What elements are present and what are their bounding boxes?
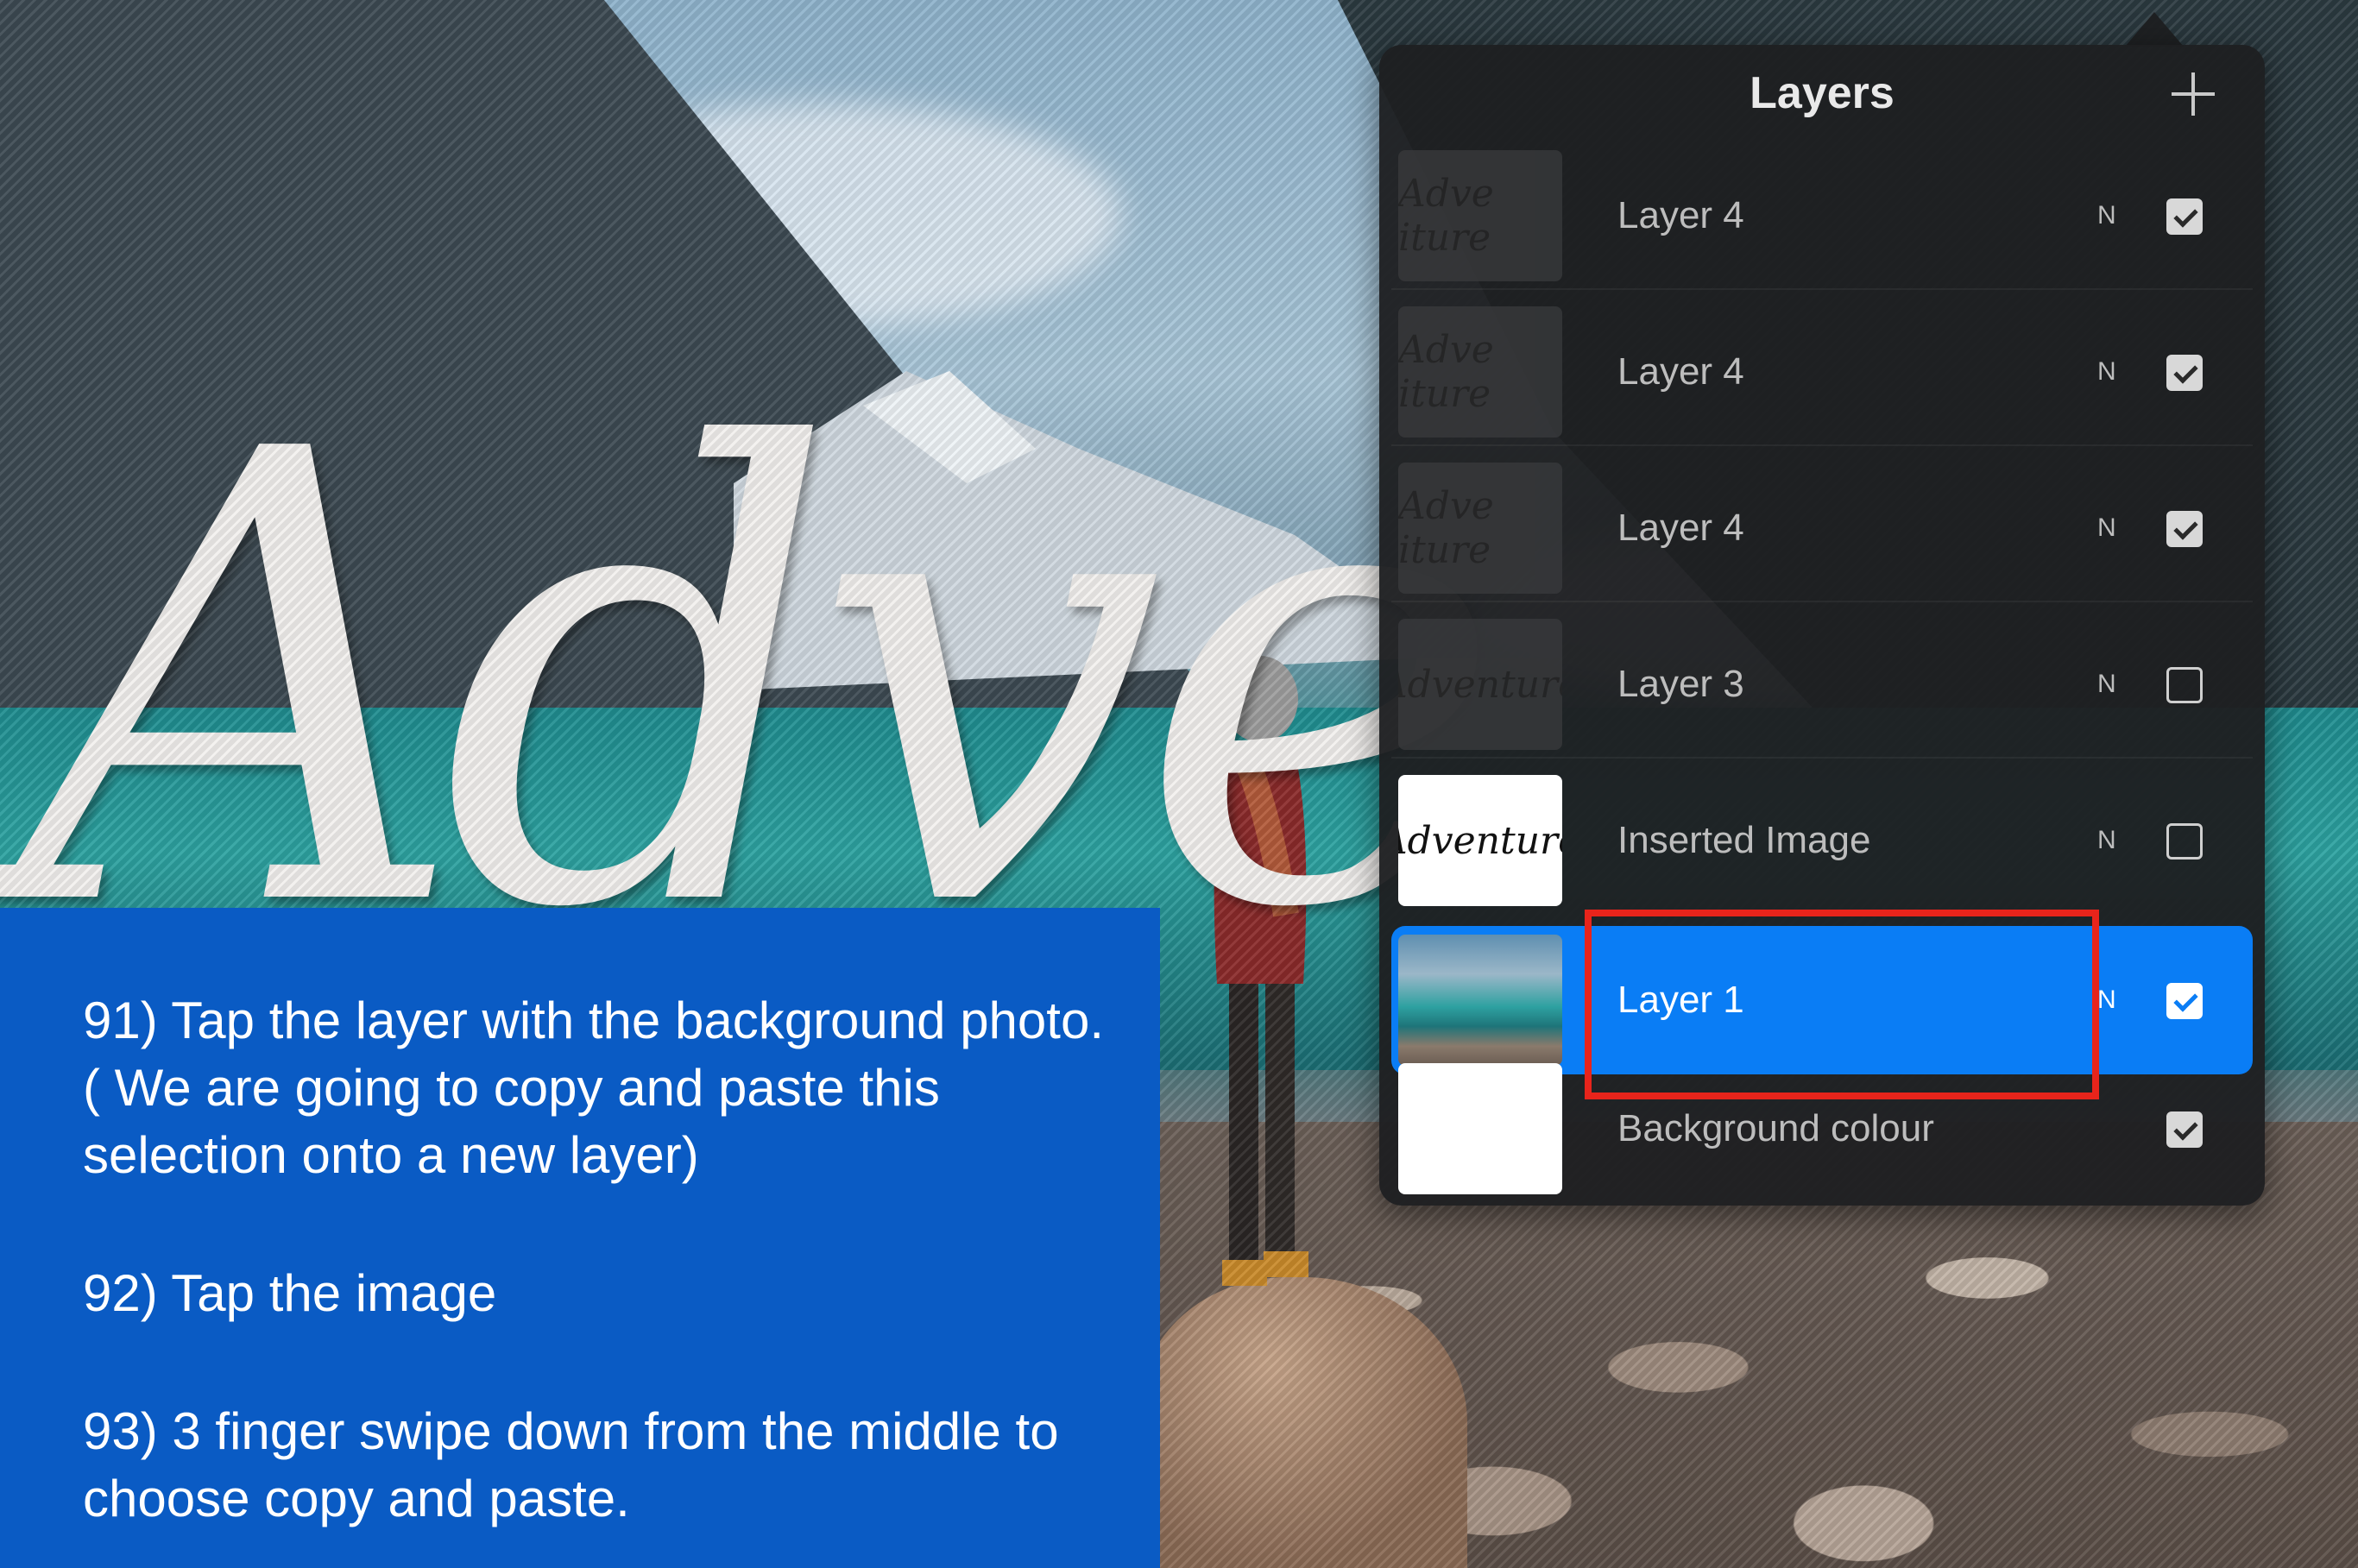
divider	[1391, 757, 2253, 759]
divider	[1391, 444, 2253, 446]
blend-mode-button[interactable]: N	[2097, 142, 2116, 290]
layer-row[interactable]: Adventure Inserted Image N	[1391, 766, 2253, 915]
layer-row[interactable]: Adventure Layer 3 N	[1391, 610, 2253, 759]
blend-mode-button[interactable]: N	[2097, 454, 2116, 602]
instruction-step: 92) Tap the image	[83, 1264, 497, 1322]
divider	[1391, 601, 2253, 602]
layer-thumbnail: Adve iture	[1398, 463, 1562, 594]
visibility-checkbox[interactable]	[2166, 355, 2203, 391]
layer-name: Layer 4	[1617, 350, 1744, 393]
layer-row[interactable]: Adve iture Layer 4 N	[1391, 298, 2253, 446]
layer-name: Layer 4	[1617, 507, 1744, 549]
layer-name: Layer 3	[1617, 663, 1744, 705]
panel-pointer	[2125, 12, 2184, 47]
background-colour-swatch	[1398, 1063, 1562, 1194]
visibility-checkbox[interactable]	[2166, 823, 2203, 860]
visibility-checkbox[interactable]	[2166, 667, 2203, 703]
layer-thumbnail	[1398, 935, 1562, 1066]
divider	[1391, 288, 2253, 290]
layer-thumbnail: Adventure	[1398, 619, 1562, 750]
layer-row[interactable]: Adve iture Layer 4 N	[1391, 142, 2253, 290]
layer-name: Layer 4	[1617, 194, 1744, 236]
blend-mode-button[interactable]: N	[2097, 926, 2116, 1074]
instruction-box: 91) Tap the layer with the background ph…	[0, 908, 1160, 1568]
blend-mode-button[interactable]: N	[2097, 610, 2116, 759]
layer-thumbnail: Adve iture	[1398, 150, 1562, 281]
visibility-checkbox[interactable]	[2166, 511, 2203, 547]
instruction-step: 91) Tap the layer with the background ph…	[83, 992, 1105, 1184]
panel-title: Layers	[1750, 68, 1895, 118]
blend-mode-button[interactable]: N	[2097, 766, 2116, 915]
visibility-checkbox[interactable]	[2166, 198, 2203, 235]
layer-row[interactable]: Adve iture Layer 4 N	[1391, 454, 2253, 602]
plus-icon[interactable]	[2172, 72, 2215, 116]
visibility-checkbox[interactable]	[2166, 1111, 2203, 1148]
layer-name: Inserted Image	[1617, 819, 1871, 861]
instruction-step: 93) 3 finger swipe down from the middle …	[83, 1402, 1059, 1527]
visibility-checkbox[interactable]	[2166, 983, 2203, 1019]
layer-thumbnail: Adventure	[1398, 775, 1562, 906]
highlight-annotation	[1585, 910, 2099, 1099]
blend-mode-button[interactable]: N	[2097, 298, 2116, 446]
layer-thumbnail: Adve iture	[1398, 306, 1562, 438]
